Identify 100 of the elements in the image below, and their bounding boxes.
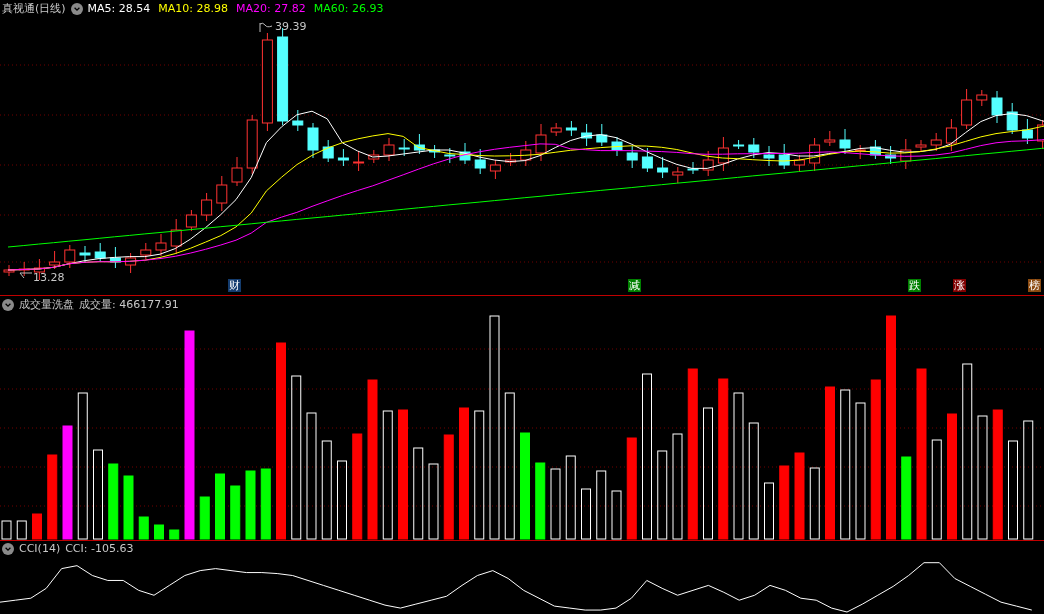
candlestick [292, 109, 304, 132]
candlestick [961, 88, 973, 130]
candlestick [246, 114, 258, 175]
candlestick [201, 192, 213, 222]
candlestick [763, 145, 775, 167]
moving-average-value: MA60: 26.93 [313, 2, 384, 15]
candlestick [945, 118, 957, 152]
cci-value: CCI: -105.63 [65, 542, 134, 555]
dropdown-icon[interactable] [2, 298, 14, 311]
volume-bar [169, 529, 180, 540]
arrow-icon [259, 22, 273, 32]
volume-bar [32, 513, 42, 540]
volume-bar [154, 524, 164, 540]
candlestick [900, 138, 912, 170]
low-price-label: 13.28 [33, 271, 65, 284]
indicator-title: 成交量洗盘 [19, 297, 74, 312]
chart-title: 真视通(日线) [2, 1, 66, 16]
candlestick [18, 261, 30, 277]
volume-bar [550, 468, 561, 540]
indicator-title: CCI(14) [19, 542, 61, 555]
candlestick [702, 150, 714, 177]
candlestick [596, 123, 608, 147]
candlestick [489, 159, 501, 180]
volume-bar [764, 482, 774, 540]
candlestick [809, 137, 821, 172]
candlestick [1006, 102, 1018, 135]
candlestick [64, 244, 76, 269]
candlestick [155, 233, 167, 257]
candlestick [413, 133, 425, 155]
event-marker[interactable]: 减 [628, 279, 641, 292]
candlestick [839, 128, 851, 155]
candlestick [915, 139, 927, 152]
arrow-icon [19, 272, 33, 280]
candlestick [140, 242, 152, 260]
candlestick [353, 150, 365, 172]
event-marker[interactable]: 财 [228, 279, 241, 292]
candlestick [79, 245, 91, 264]
candlestick [216, 175, 228, 212]
volume-bar [215, 473, 225, 540]
candlestick [581, 123, 593, 147]
volume-bar [123, 475, 134, 540]
candlestick [854, 144, 866, 160]
candlestick [611, 136, 623, 157]
candlestick [793, 154, 805, 172]
dropdown-icon[interactable] [2, 542, 14, 555]
candlestick [125, 252, 137, 274]
candlestick [991, 90, 1003, 124]
moving-average-value: MA20: 27.82 [236, 2, 306, 15]
candlestick [520, 140, 532, 167]
dropdown-icon[interactable] [70, 2, 83, 15]
candlestick [641, 147, 653, 173]
candlestick [322, 139, 334, 163]
volume-value: 成交量: 466177.91 [79, 297, 179, 312]
candlestick [687, 161, 699, 175]
candlestick [368, 149, 380, 164]
volume-bar [611, 490, 622, 540]
candlestick [778, 143, 790, 170]
volume-bar [596, 470, 607, 540]
candlestick [550, 122, 562, 137]
volume-bar [16, 520, 27, 540]
candlestick [94, 242, 106, 263]
candlestick [383, 137, 395, 162]
volume-bar [230, 485, 241, 540]
volume-bar [260, 468, 271, 540]
candlestick [109, 246, 121, 269]
event-marker[interactable]: 跌 [908, 279, 921, 292]
moving-average-value: MA10: 28.98 [158, 2, 229, 15]
candlestick [337, 148, 349, 167]
volume-bar [581, 488, 591, 540]
moving-average-value: MA5: 28.54 [87, 2, 151, 15]
candlestick [930, 132, 942, 152]
candlestick [429, 144, 441, 159]
candlestick [626, 145, 638, 169]
volume-bar [1, 520, 12, 540]
candlestick [535, 123, 547, 162]
candlestick [869, 139, 881, 160]
candlestick [733, 139, 745, 150]
candlestick [459, 142, 471, 165]
candlestick [672, 166, 684, 184]
candlestick [565, 120, 577, 137]
volume-bar [245, 470, 256, 540]
volume-bar [138, 516, 149, 540]
candlestick [170, 218, 182, 255]
candlestick [185, 209, 197, 232]
volume-bar [199, 496, 210, 540]
candlestick [474, 148, 486, 175]
candlestick [505, 152, 517, 167]
event-marker[interactable]: 涨 [953, 279, 966, 292]
candlestick [885, 145, 897, 165]
candlestick [1021, 118, 1033, 145]
candlestick [824, 130, 836, 147]
event-marker[interactable]: 榜 [1028, 279, 1041, 292]
high-price-label: 39.39 [275, 20, 307, 33]
candlestick [231, 156, 243, 187]
candlestick [976, 89, 988, 107]
candlestick [444, 147, 456, 164]
candlestick [748, 137, 760, 159]
candlestick [398, 138, 410, 157]
candlestick [49, 250, 61, 270]
candlestick [657, 156, 669, 179]
